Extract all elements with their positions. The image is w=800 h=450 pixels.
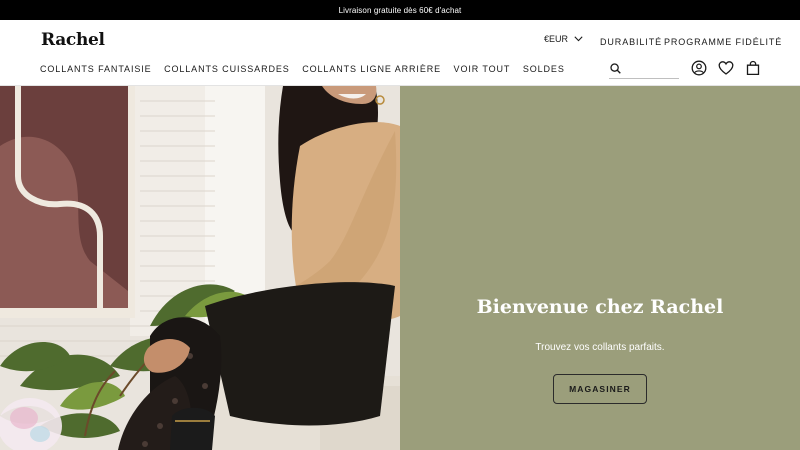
announcement-text: Livraison gratuite dès 60€ d'achat (338, 5, 462, 15)
nav-item-thigh-high-tights[interactable]: COLLANTS CUISSARDES (164, 64, 290, 74)
site-header: Rachel €EUR DURABILITÉ PROGRAMME FIDÉLIT… (0, 20, 800, 86)
loyalty-program-link[interactable]: PROGRAMME FIDÉLITÉ (664, 37, 782, 47)
currency-label: €EUR (544, 34, 569, 44)
bag-icon (746, 60, 760, 76)
account-icon (691, 60, 707, 76)
hero-panel: Bienvenue chez Rachel Trouvez vos collan… (400, 86, 800, 450)
currency-selector[interactable]: €EUR (544, 34, 583, 44)
hero-image (0, 86, 400, 450)
nav-item-back-seam-tights[interactable]: COLLANTS LIGNE ARRIÈRE (302, 64, 441, 74)
shop-button[interactable]: MAGASINER (553, 374, 647, 404)
nav-item-fancy-tights[interactable]: COLLANTS FANTAISIE (40, 64, 152, 74)
nav-item-sale[interactable]: SOLDES (523, 64, 565, 74)
search-icon (610, 63, 621, 74)
main-nav: COLLANTS FANTAISIE COLLANTS CUISSARDES C… (40, 64, 577, 74)
cart-button[interactable] (745, 60, 761, 76)
account-button[interactable] (691, 60, 707, 76)
chevron-down-icon (574, 36, 583, 42)
search-input[interactable] (625, 61, 677, 76)
hero-title: Bienvenue chez Rachel (476, 296, 724, 318)
heart-icon (718, 61, 734, 75)
hero-subtitle: Trouvez vos collants parfaits. (535, 342, 665, 353)
announcement-bar: Livraison gratuite dès 60€ d'achat (0, 0, 800, 20)
hero-photo (0, 86, 400, 450)
nav-item-view-all[interactable]: VOIR TOUT (454, 64, 511, 74)
search-box[interactable] (609, 59, 679, 79)
wishlist-button[interactable] (718, 60, 734, 76)
sustainability-link[interactable]: DURABILITÉ (600, 37, 662, 47)
brand-logo[interactable]: Rachel (41, 30, 105, 50)
